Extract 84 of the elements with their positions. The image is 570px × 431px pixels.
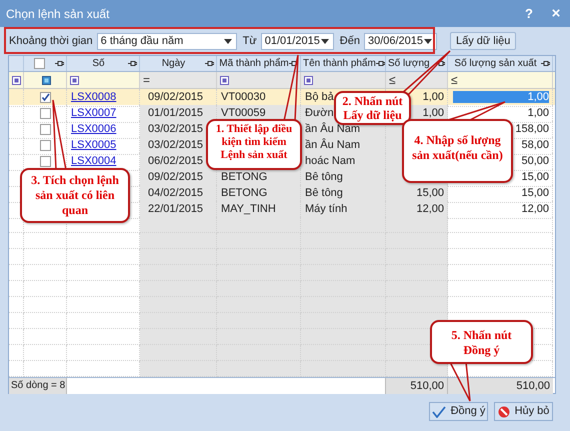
order-link[interactable]: LSX0004 bbox=[71, 153, 116, 170]
filter-icon bbox=[304, 76, 313, 84]
table-cell bbox=[9, 265, 24, 281]
table-cell bbox=[386, 249, 448, 265]
table-cell bbox=[24, 281, 67, 297]
table-cell bbox=[9, 361, 24, 377]
checkbox[interactable] bbox=[40, 156, 50, 167]
callout-pointer bbox=[52, 99, 67, 171]
column-header[interactable]: Tên thành phẩm bbox=[303, 56, 376, 71]
table-cell bbox=[386, 233, 448, 249]
checkbox[interactable] bbox=[40, 124, 50, 135]
table-cell bbox=[24, 329, 67, 345]
table-cell bbox=[24, 233, 67, 249]
table-cell bbox=[386, 297, 448, 313]
callout-bubble: 1. Thiết lập điều kiện tìm kiếm Lệnh sản xuất bbox=[206, 119, 302, 170]
window-title: Chọn lệnh sản xuất bbox=[6, 6, 110, 22]
filter-icon bbox=[220, 76, 229, 84]
table-cell bbox=[386, 281, 448, 297]
check-icon bbox=[432, 406, 446, 418]
order-link[interactable]: LSX0008 bbox=[71, 89, 116, 106]
table-cell bbox=[386, 265, 448, 281]
table-cell bbox=[24, 265, 67, 281]
filter-icon bbox=[12, 76, 21, 84]
checkbox[interactable] bbox=[34, 58, 45, 69]
table-cell: 12,00 bbox=[448, 201, 553, 218]
table-cell bbox=[24, 297, 67, 313]
cancel-icon bbox=[498, 406, 510, 418]
fetch-data-button[interactable]: Lấy dữ liệu bbox=[450, 32, 516, 50]
table-cell bbox=[24, 361, 67, 377]
table-cell bbox=[386, 217, 448, 233]
filter-icon bbox=[70, 76, 79, 84]
pin-icon bbox=[55, 60, 64, 67]
table-cell bbox=[9, 313, 24, 329]
to-date-field[interactable]: 30/06/2015 bbox=[364, 32, 437, 50]
order-link[interactable]: LSX0006 bbox=[71, 121, 116, 138]
callout-bubble: 2. Nhấn nút Lấy dữ liệu bbox=[334, 91, 411, 125]
table-cell bbox=[9, 249, 24, 265]
table-cell bbox=[9, 329, 24, 345]
table-cell bbox=[9, 105, 24, 122]
table-cell bbox=[9, 233, 24, 249]
period-label: Khoảng thời gian bbox=[9, 34, 93, 49]
pin-icon bbox=[289, 60, 298, 67]
pin-icon bbox=[541, 60, 550, 67]
from-label: Từ bbox=[242, 34, 257, 49]
caret-icon bbox=[424, 38, 432, 44]
callout-bubble: 3. Tích chọn lệnh sản xuất có liên quan bbox=[20, 168, 130, 223]
column-header[interactable]: Mã thành phẩm bbox=[219, 56, 289, 71]
filter-icon bbox=[42, 76, 51, 84]
pin-icon bbox=[128, 60, 137, 67]
filter-operator[interactable]: = bbox=[143, 74, 150, 86]
table-cell bbox=[24, 313, 67, 329]
table-cell bbox=[9, 297, 24, 313]
checkbox[interactable] bbox=[40, 108, 50, 119]
order-link[interactable]: LSX0005 bbox=[71, 137, 116, 154]
production-total: 510,00 bbox=[448, 378, 553, 394]
column-header[interactable]: Số lượng bbox=[388, 56, 436, 71]
cancel-button[interactable]: Hủy bỏ bbox=[494, 402, 553, 421]
table-cell bbox=[386, 361, 448, 377]
column-header[interactable]: Ngày bbox=[142, 56, 205, 71]
table-cell bbox=[9, 345, 24, 361]
ok-button[interactable]: Đồng ý bbox=[429, 402, 488, 421]
quantity-total: 510,00 bbox=[386, 378, 448, 394]
callout-bubble: 4. Nhập số lượng sản xuất(nếu cần) bbox=[402, 119, 513, 183]
from-date-field[interactable]: 01/01/2015 bbox=[260, 32, 334, 50]
order-link[interactable]: LSX0007 bbox=[71, 105, 116, 122]
checkbox[interactable] bbox=[40, 92, 50, 103]
table-cell bbox=[9, 281, 24, 297]
row-count: Số dòng = 8 bbox=[9, 378, 67, 394]
caret-icon bbox=[320, 38, 329, 44]
filter-operator[interactable]: ≤ bbox=[451, 74, 458, 86]
column-header[interactable]: Số lượng sản xuất bbox=[450, 56, 541, 71]
to-label: Đến bbox=[340, 34, 360, 49]
filter-operator[interactable]: ≤ bbox=[389, 74, 396, 86]
pin-icon bbox=[436, 60, 445, 67]
checkbox[interactable] bbox=[40, 140, 50, 151]
pin-icon bbox=[376, 60, 385, 67]
table-cell bbox=[24, 345, 67, 361]
table-cell: 15,00 bbox=[448, 185, 553, 202]
table-cell bbox=[24, 249, 67, 265]
column-header[interactable]: Số bbox=[69, 56, 128, 71]
caret-icon bbox=[224, 38, 232, 44]
callout-bubble: 5. Nhấn nút Đồng ý bbox=[430, 320, 533, 364]
period-dropdown[interactable]: 6 tháng đầu năm bbox=[96, 32, 237, 50]
pin-icon bbox=[205, 60, 214, 67]
